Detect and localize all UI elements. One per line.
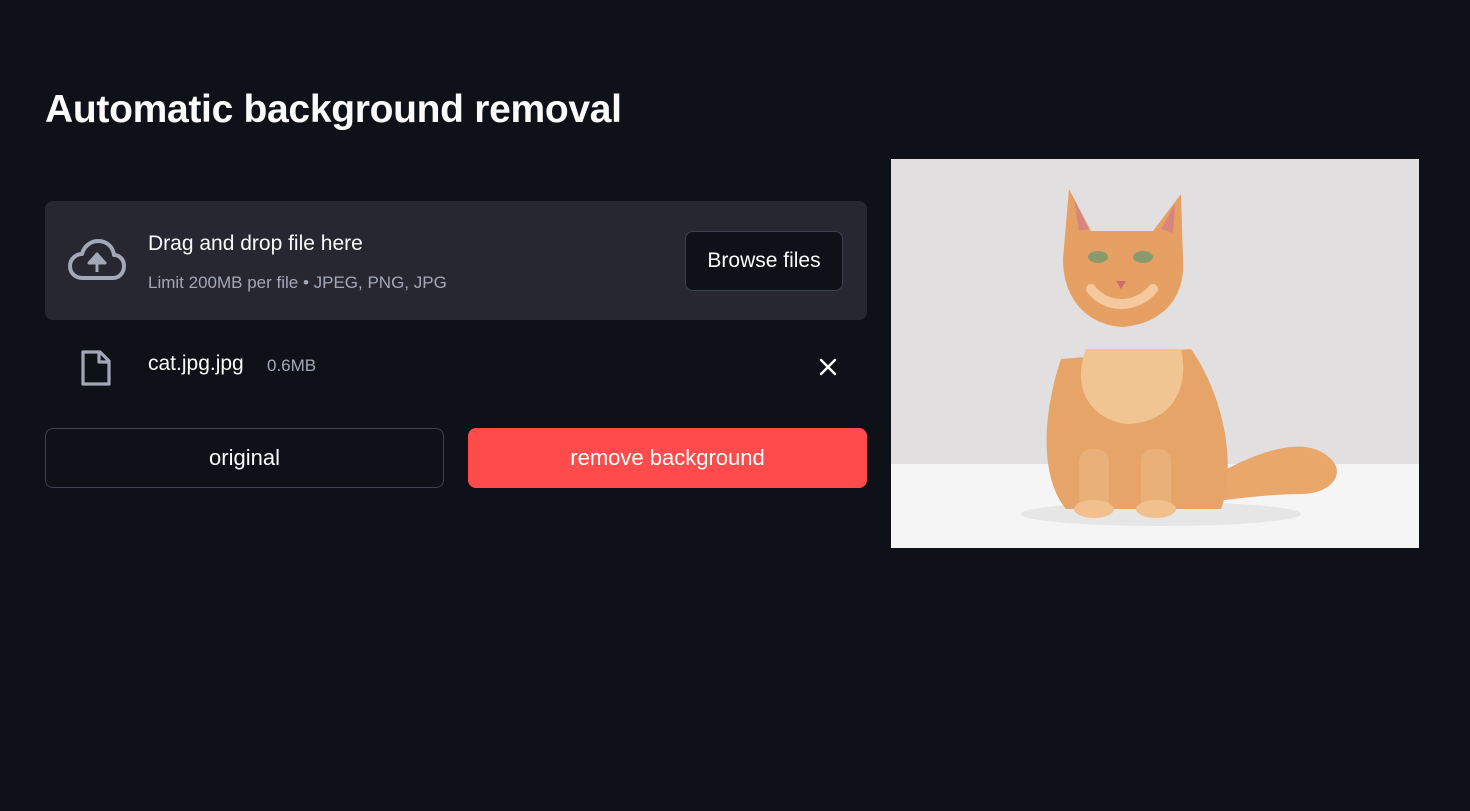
uploaded-file-name: cat.jpg.jpg (148, 352, 244, 375)
image-preview (891, 159, 1419, 548)
close-icon (819, 358, 837, 376)
remove-background-button[interactable]: remove background (468, 428, 867, 488)
cloud-upload-icon (68, 238, 126, 284)
uploaded-file-item: cat.jpg.jpg 0.6MB (45, 340, 867, 398)
uploaded-file-size: 0.6MB (267, 356, 317, 375)
browse-files-button[interactable]: Browse files (685, 231, 843, 291)
page-title: Automatic background removal (45, 88, 622, 131)
remove-file-button[interactable] (815, 354, 841, 380)
upload-limit-text: Limit 200MB per file • JPEG, PNG, JPG (148, 273, 447, 292)
file-uploader-dropzone[interactable]: Drag and drop file here Limit 200MB per … (45, 201, 867, 320)
cat-photo (891, 159, 1419, 548)
dropzone-label: Drag and drop file here (148, 232, 363, 255)
original-button[interactable]: original (45, 428, 444, 488)
file-icon (80, 349, 112, 387)
